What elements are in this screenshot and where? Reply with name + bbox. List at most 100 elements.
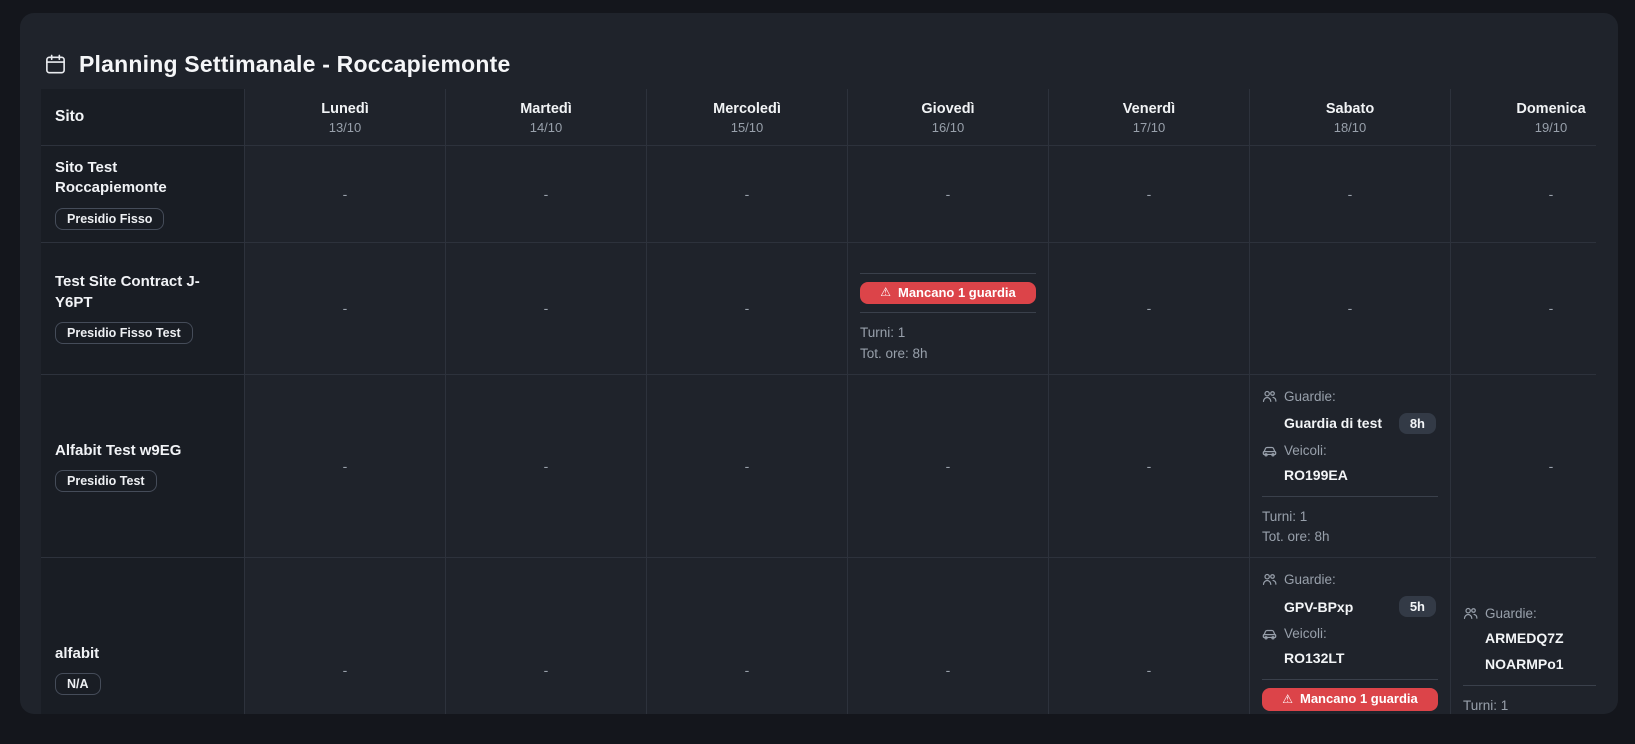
guard-name: NOARMPo1 [1485,656,1564,672]
page-title: Planning Settimanale - Roccapiemonte [79,51,511,78]
total-hours: Tot. ore: 8h [860,344,1036,364]
day-cell[interactable]: - [244,558,445,714]
cell-totals: Turni: 1Tot. ore: 8h [1262,507,1438,548]
guard-entry: GPV-BPxp5h [1284,596,1438,617]
mancano-guardia-badge[interactable]: ⚠ Mancano 1 guardia [860,282,1036,305]
day-cell[interactable]: - [646,243,847,374]
site-name: Sito Test Roccapiemonte [55,158,230,199]
vehicle-section-label: Veicoli: [1262,626,1438,641]
day-header-domenica: Domenica19/10 [1450,89,1596,145]
day-name: Domenica [1516,99,1585,120]
site-name: alfabit [55,644,99,664]
day-cell[interactable]: - [244,243,445,374]
vehicle-entry: RO199EA [1284,467,1438,483]
total-hours: Tot. ore: 8h [1262,527,1438,547]
day-date: 18/10 [1334,120,1367,135]
planning-table: Sito Lunedì13/10Martedì14/10Mercoledì15/… [41,89,1596,714]
day-cell[interactable]: - [1249,146,1450,242]
day-cell[interactable]: - [1249,243,1450,374]
day-cell[interactable]: - [847,558,1048,714]
day-cell[interactable]: - [244,375,445,558]
section-label-text: Veicoli: [1284,626,1327,641]
vehicle-icon [1262,626,1277,641]
table-row: Test Site Contract J-Y6PTPresidio Fisso … [41,243,1596,375]
vehicle-icon [1262,443,1277,458]
day-name: Giovedì [921,99,974,120]
table-row: Sito Test RoccapiemontePresidio Fisso---… [41,146,1596,243]
day-cell[interactable]: - [646,146,847,242]
warning-icon: ⚠ [880,285,891,301]
day-cell[interactable]: - [445,375,646,558]
spacer [860,253,1036,265]
guards-icon [1262,389,1277,404]
day-cell[interactable]: - [1048,558,1249,714]
day-cell[interactable]: Guardie: Guardia di test8h Veicoli: RO199EA… [1249,375,1450,558]
day-date: 14/10 [530,120,563,135]
guard-entry: NOARMPo1 [1485,656,1596,672]
day-cell[interactable]: - [847,146,1048,242]
site-cell[interactable]: alfabit N/A [41,558,244,714]
guard-entry: ARMEDQ7Z [1485,630,1596,646]
day-cell[interactable]: - [1048,375,1249,558]
section-label-text: Guardie: [1284,572,1336,587]
day-date: 19/10 [1535,120,1568,135]
site-type-badge: Presidio Fisso [55,208,164,230]
turni-count: Turni: 1 [1463,696,1596,714]
day-cell[interactable]: - [1048,146,1249,242]
warning-icon: ⚠ [1282,692,1293,708]
table-header-row: Sito Lunedì13/10Martedì14/10Mercoledì15/… [41,89,1596,146]
day-cell[interactable]: Guardie:ARMEDQ7ZNOARMPo1Turni: 1Tot. ore… [1450,558,1596,714]
site-type-badge: N/A [55,673,101,695]
day-cell[interactable]: - [1048,243,1249,374]
guards-section-label: Guardie: [1262,572,1438,587]
site-cell[interactable]: Test Site Contract J-Y6PTPresidio Fisso … [41,243,244,374]
day-name: Sabato [1326,99,1374,120]
site-cell[interactable]: Sito Test Roccapiemonte Presidio Fisso [41,146,244,242]
site-column-header: Sito [41,89,244,145]
day-cell[interactable]: - [1450,146,1596,242]
section-label-text: Guardie: [1485,606,1537,621]
day-name: Venerdì [1123,99,1175,120]
divider [1262,679,1438,680]
day-cell[interactable]: - [244,146,445,242]
mancano-guardia-badge[interactable]: ⚠ Mancano 1 guardia [1262,688,1438,711]
day-header-mercoledì: Mercoledì15/10 [646,89,847,145]
cell-totals: Turni: 1Tot. ore: 8h [860,323,1036,364]
day-cell[interactable]: - [445,146,646,242]
vehicle-entry: RO132LT [1284,650,1438,666]
day-date: 15/10 [731,120,764,135]
day-header-venerdì: Venerdì17/10 [1048,89,1249,145]
day-cell[interactable]: ⚠ Mancano 1 guardia Turni: 1Tot. ore: 8h [847,243,1048,374]
day-cell[interactable]: - [1450,375,1596,558]
guards-icon [1463,606,1478,621]
guard-hours-badge: 5h [1399,596,1436,617]
day-cell[interactable]: - [646,375,847,558]
day-date: 17/10 [1133,120,1166,135]
divider [1463,685,1596,686]
vehicle-section-label: Veicoli: [1262,443,1438,458]
table-row: alfabitN/A-----Guardie:GPV-BPxp5hVeicoli… [41,558,1596,714]
site-type-badge: Presidio Fisso Test [55,322,193,344]
day-cell[interactable]: Guardie: GPV-BPxp5h Veicoli: RO132LT ⚠ Mancan… [1249,558,1450,714]
divider [1262,496,1438,497]
day-name: Lunedì [321,99,369,120]
day-cell[interactable]: - [445,558,646,714]
section-label-text: Guardie: [1284,389,1336,404]
day-date: 16/10 [932,120,965,135]
guard-entry: Guardia di test8h [1284,413,1438,434]
calendar-icon [44,53,67,76]
guards-section-label: Guardie: [1463,606,1596,621]
guard-name: ARMEDQ7Z [1485,630,1564,646]
day-cell[interactable]: - [1450,243,1596,374]
site-cell[interactable]: Alfabit Test w9EGPresidio Test [41,375,244,558]
section-label-text: Veicoli: [1284,443,1327,458]
alert-text: Mancano 1 guardia [898,285,1016,302]
alert-text: Mancano 1 guardia [1300,691,1418,708]
guard-hours-badge: 8h [1399,413,1436,434]
day-cell[interactable]: - [445,243,646,374]
day-header-sabato: Sabato18/10 [1249,89,1450,145]
day-cell[interactable]: - [646,558,847,714]
day-header-martedì: Martedì14/10 [445,89,646,145]
day-cell[interactable]: - [847,375,1048,558]
day-header-giovedì: Giovedì16/10 [847,89,1048,145]
